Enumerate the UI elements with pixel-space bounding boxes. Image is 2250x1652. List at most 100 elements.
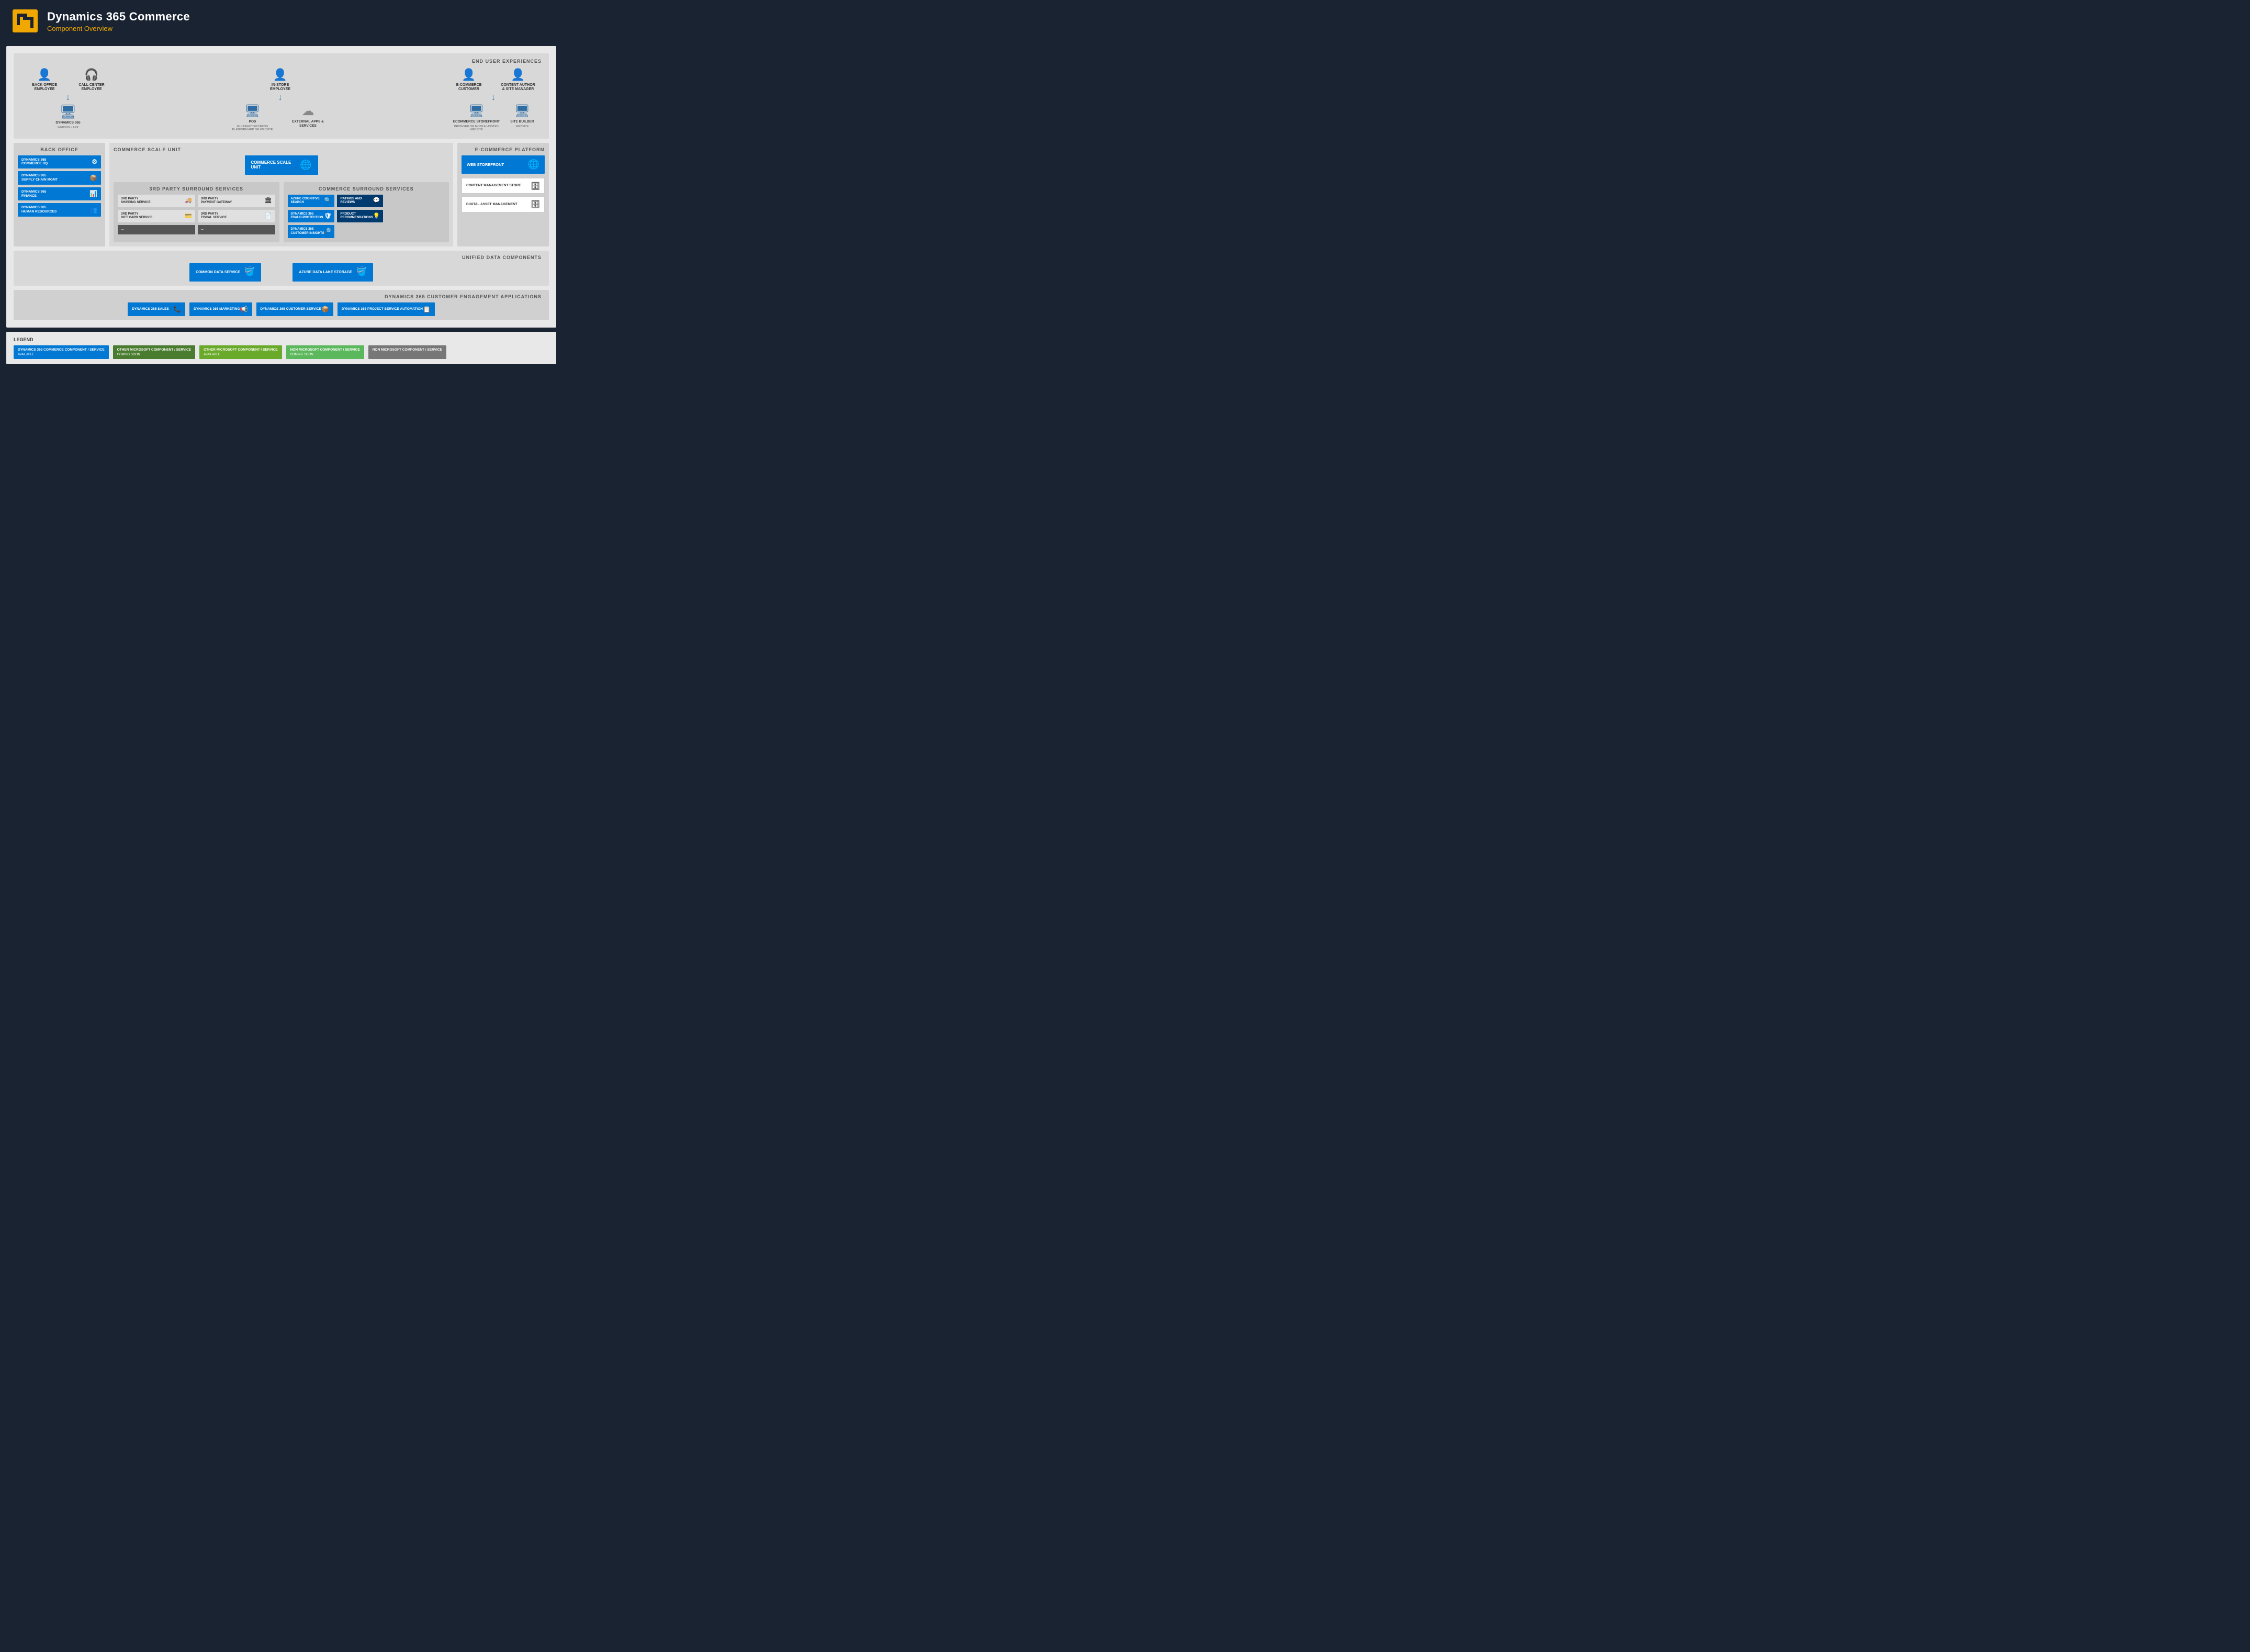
project-automation-icon: 📋 (423, 306, 431, 313)
legend-non-ms-soon-title: NON MICROSOFT COMPONENT / SERVICE (290, 348, 360, 352)
customer-insights-icon: 🔎 (324, 228, 332, 235)
legend-ms-avail-title: OTHER MICROSOFT COMPONENT / SERVICE (204, 348, 277, 352)
commerce-surround-section: COMMERCE SURROUND SERVICES AZURE COGNITI… (284, 182, 449, 242)
commerce-surround-left-col: AZURE COGNITIVESEARCH 🔍 DYNAMICS 365FRAU… (288, 195, 335, 238)
web-storefront-label: WEB STOREFRONT (467, 162, 504, 167)
ecommerce-customer-label: E-COMMERCE CUSTOMER (451, 83, 487, 92)
diagram-area: END USER EXPERIENCES 👤 BACK OFFICE EMPLO… (6, 46, 556, 328)
project-automation-box: DYNAMICS 365 PROJECT SERVICE AUTOMATION … (338, 302, 435, 316)
payment-box: 3RD PARTYPAYMENT GATEWAY 🏛 (198, 195, 275, 207)
legend-item-d365: DYNAMICS 365 COMMERCE COMPONENT / SERVIC… (14, 345, 109, 359)
legend-ms-soon-sub: COMING SOON (117, 353, 191, 356)
content-management-icon: 🗄 (531, 182, 540, 190)
customer-service-box: DYNAMICS 365 CUSTOMER SERVICE 📦 (256, 302, 333, 316)
customer-service-label: DYNAMICS 365 CUSTOMER SERVICE (261, 307, 321, 311)
digital-asset-box: DIGITAL ASSET MANAGEMENT 🗄 (462, 196, 545, 212)
customer-insights-label: DYNAMICS 365CUSTOMER INSIGHTS (291, 228, 324, 235)
ecommerce-section-label: E-COMMERCE PLATFORM (462, 147, 545, 152)
ratings-reviews-label: RATINGS ANDREVIEWS (340, 197, 362, 205)
app-subtitle: Component Overview (47, 25, 190, 32)
unified-label: UNIFIED DATA COMPONENTS (21, 255, 542, 260)
legend-d365-title: DYNAMICS 365 COMMERCE COMPONENT / SERVIC… (18, 348, 105, 352)
product-rec-icon: 💡 (373, 213, 380, 220)
unified-row: COMMON DATA SERVICE 🪣 AZURE DATA LAKE ST… (21, 263, 542, 282)
call-center-employee-label: CALL CENTER EMPLOYEE (73, 83, 110, 92)
site-builder-label: SITE BUILDER (510, 120, 534, 124)
fiscal-label: 3RD PARTYFISCAL SERVICE (201, 212, 227, 220)
engagement-row: DYNAMICS 365 SALES 📞 DYNAMICS 365 MARKET… (21, 302, 542, 316)
payment-icon: 🏛 (265, 197, 272, 204)
header: Dynamics 365 Commerce Component Overview (0, 0, 562, 40)
finance-label: DYNAMICS 365FINANCE (21, 190, 46, 198)
middle-row: BACK OFFICE DYNAMICS 365COMMERCE HQ ⚙ DY… (14, 143, 549, 246)
fraud-protection-label: DYNAMICS 365FRAUD PROTECTION (291, 212, 323, 220)
back-office-section: BACK OFFICE DYNAMICS 365COMMERCE HQ ⚙ DY… (14, 143, 105, 246)
commerce-surround-right-col: RATINGS ANDREVIEWS 💬 PRODUCTRECOMMENDATI… (337, 195, 383, 238)
common-data-label: COMMON DATA SERVICE (196, 270, 240, 275)
legend-ms-avail-sub: AVAILABLE (204, 353, 277, 356)
site-builder-sublabel: WEBSITE (516, 125, 529, 128)
external-apps-label: EXTERNAL APPS & SERVICES (285, 120, 332, 128)
commerce-surround-inner: AZURE COGNITIVESEARCH 🔍 DYNAMICS 365FRAU… (288, 195, 445, 238)
third-party-more-1: ... (118, 225, 195, 234)
commerce-hq-label: DYNAMICS 365COMMERCE HQ (21, 158, 48, 166)
marketing-icon: 📢 (240, 306, 248, 313)
csu-section: COMMERCE SCALE UNIT COMMERCE SCALE UNIT … (109, 143, 453, 246)
azure-data-lake-icon: 🪣 (356, 267, 367, 278)
user-group-backoffice: 👤 BACK OFFICE EMPLOYEE 🎧 CALL CENTER EMP… (26, 68, 110, 129)
legend-item-ms-soon: OTHER MICROSOFT COMPONENT / SERVICE COMI… (113, 345, 195, 359)
engagement-section: DYNAMICS 365 CUSTOMER ENGAGEMENT APPLICA… (14, 290, 549, 320)
digital-asset-label: DIGITAL ASSET MANAGEMENT (466, 203, 518, 207)
pos-icon: 🖥 (244, 104, 260, 119)
content-author-label: CONTENT AUTHOR & SITE MANAGER (500, 83, 536, 92)
azure-cognitive-icon: 🔍 (324, 197, 332, 204)
csu-main-box: COMMERCE SCALE UNIT 🌐 (245, 155, 318, 175)
pos-label: POS (249, 120, 256, 124)
legend-non-ms-title: NON MICROSOFT COMPONENT / SERVICE (373, 348, 442, 352)
fiscal-icon: 📄 (265, 213, 272, 220)
content-author-icon: 👤 (511, 68, 525, 82)
marketing-box: DYNAMICS 365 MARKETING 📢 (189, 302, 252, 316)
unified-section: UNIFIED DATA COMPONENTS COMMON DATA SERV… (14, 251, 549, 286)
external-apps-icon: ☁ (302, 104, 314, 119)
project-automation-label: DYNAMICS 365 PROJECT SERVICE AUTOMATION (342, 307, 423, 311)
dynamics-logo-icon (13, 9, 38, 32)
finance-icon: 📊 (89, 190, 97, 197)
instore-employee-label: IN-STORE EMPLOYEE (262, 83, 299, 92)
common-data-icon: 🪣 (244, 267, 255, 278)
end-user-row: 👤 BACK OFFICE EMPLOYEE 🎧 CALL CENTER EMP… (21, 68, 542, 131)
commerce-surround-label: COMMERCE SURROUND SERVICES (288, 186, 445, 192)
csu-main-label: COMMERCE SCALE UNIT (251, 160, 300, 170)
user-group-instore: 👤 IN-STORE EMPLOYEE ↓ 🖥 POS MULTIFACTOR/… (229, 68, 332, 131)
customer-insights-box: DYNAMICS 365CUSTOMER INSIGHTS 🔎 (288, 225, 335, 238)
commerce-hq-box: DYNAMICS 365COMMERCE HQ ⚙ (18, 155, 101, 169)
app-title: Dynamics 365 Commerce (47, 10, 190, 24)
ratings-icon: 💬 (373, 197, 380, 204)
web-storefront-globe-icon: 🌐 (528, 159, 539, 170)
dynamics365-device-sublabel: WEBSITE / APP (58, 126, 78, 129)
azure-data-lake-box: AZURE DATA LAKE STORAGE 🪣 (292, 263, 373, 282)
arrow-ecom-down: ↓ (491, 94, 496, 102)
fiscal-box: 3RD PARTYFISCAL SERVICE 📄 (198, 210, 275, 222)
supply-chain-icon: 📦 (89, 174, 97, 182)
third-party-label: 3rd PARTY SURROUND SERVICES (118, 186, 275, 192)
legend-item-non-ms-soon: NON MICROSOFT COMPONENT / SERVICE COMING… (286, 345, 364, 359)
finance-box: DYNAMICS 365FINANCE 📊 (18, 187, 101, 201)
payment-label: 3RD PARTYPAYMENT GATEWAY (201, 197, 232, 205)
marketing-label: DYNAMICS 365 MARKETING (194, 307, 240, 311)
customer-service-icon: 📦 (321, 306, 329, 313)
content-management-box: CONTENT MANAGEMENT STORE 🗄 (462, 178, 545, 194)
third-party-more-label-1: ... (121, 228, 123, 231)
content-management-label: CONTENT MANAGEMENT STORE (466, 184, 521, 188)
giftcard-icon: 💳 (185, 213, 192, 220)
third-party-grid: 3RD PARTYSHIPPING SERVICE 🚚 3RD PARTYPAY… (118, 195, 275, 234)
product-rec-label: PRODUCTRECOMMENDATIONS (340, 212, 373, 220)
hr-box: DYNAMICS 365HUMAN RESOURCES 👥 (18, 203, 101, 217)
hr-label: DYNAMICS 365HUMAN RESOURCES (21, 206, 57, 214)
fraud-protection-icon: 🛡 (324, 213, 331, 220)
giftcard-label: 3RD PARTYGIFT CARD SERVICE (121, 212, 153, 220)
shipping-icon: 🚚 (185, 197, 192, 204)
shipping-label: 3RD PARTYSHIPPING SERVICE (121, 197, 151, 205)
giftcard-box: 3RD PARTYGIFT CARD SERVICE 💳 (118, 210, 195, 222)
legend-ms-soon-title: OTHER MICROSOFT COMPONENT / SERVICE (117, 348, 191, 352)
